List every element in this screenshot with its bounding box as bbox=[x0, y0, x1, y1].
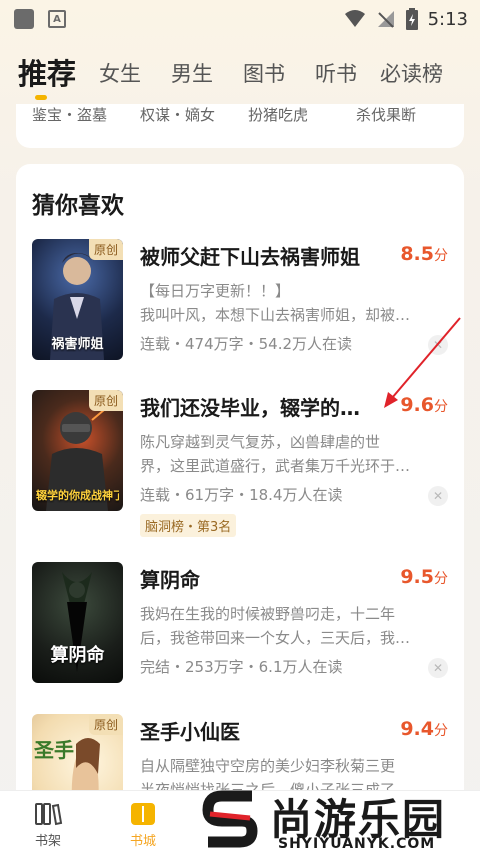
active-tab-indicator bbox=[35, 95, 47, 100]
tab-male[interactable]: 男生 bbox=[171, 58, 213, 88]
dismiss-button[interactable]: ✕ bbox=[428, 658, 448, 678]
nav-bookstore[interactable]: 书城 bbox=[113, 801, 173, 849]
book-item[interactable]: 原创 祸害师姐 被师父赶下山去祸害师姐 8.5分 【每日万字更新！！】 我叫叶风… bbox=[16, 239, 464, 379]
wifi-icon bbox=[344, 10, 365, 27]
watermark-logo-icon bbox=[202, 790, 258, 848]
tab-books[interactable]: 图书 bbox=[243, 58, 285, 88]
watermark: 尚游乐园 SHYIYUANYK.COM bbox=[200, 786, 480, 855]
recommend-card: 猜你喜欢 原创 祸害师姐 被师父赶下山去祸害师姐 8.5分 【每日万字更新！！】… bbox=[16, 164, 464, 804]
book-description: 【每日万字更新！！】 我叫叶风，本想下山去祸害师姐，却被… bbox=[140, 282, 411, 324]
book-score: 9.6分 bbox=[400, 394, 448, 416]
book-cover[interactable]: 原创 辍学的你成战神了 bbox=[32, 390, 123, 511]
notification-square-icon bbox=[14, 9, 34, 29]
original-badge: 原创 bbox=[88, 239, 123, 260]
battery-icon bbox=[405, 8, 418, 30]
book-item[interactable]: 原创 辍学的你成战神了 我们还没毕业，辍学的… 9.6分 陈凡穿越到灵气复苏，凶… bbox=[16, 390, 464, 537]
cover-title: 辍学的你成战神了 bbox=[36, 489, 119, 502]
cover-title: 圣手 bbox=[34, 738, 74, 762]
bookshelf-icon bbox=[35, 803, 63, 826]
category-card: 鉴宝・盗墓 权谋・嫡女 扮猪吃虎 杀伐果断 bbox=[16, 104, 464, 148]
book-title[interactable]: 我们还没毕业，辍学的… bbox=[140, 392, 360, 421]
category-intrigue[interactable]: 权谋・嫡女 bbox=[140, 104, 215, 125]
book-title[interactable]: 圣手小仙医 bbox=[140, 716, 240, 745]
book-score: 9.5分 bbox=[400, 566, 448, 588]
book-title[interactable]: 算阴命 bbox=[140, 564, 200, 593]
original-badge: 原创 bbox=[88, 714, 123, 735]
dismiss-button[interactable]: ✕ bbox=[428, 486, 448, 506]
tab-recommend[interactable]: 推荐 bbox=[18, 51, 76, 93]
tab-audiobooks[interactable]: 听书 bbox=[315, 58, 357, 88]
book-cover[interactable]: 算阴命 bbox=[32, 562, 123, 683]
book-meta: 连载・474万字・54.2万人在读 bbox=[140, 335, 353, 353]
nav-bookstore-label: 书城 bbox=[129, 834, 156, 849]
book-item[interactable]: 算阴命 算阴命 9.5分 我妈在生我的时候被野兽叼走，十二年 后，我爸带回来一个… bbox=[16, 562, 464, 702]
category-pig-tiger[interactable]: 扮猪吃虎 bbox=[248, 104, 308, 125]
status-bar: A 5:13 bbox=[0, 0, 480, 40]
book-cover[interactable]: 原创 祸害师姐 bbox=[32, 239, 123, 360]
watermark-url: SHYIYUANYK.COM bbox=[278, 836, 436, 852]
nav-bookshelf[interactable]: 书架 bbox=[18, 801, 78, 849]
category-appraisal[interactable]: 鉴宝・盗墓 bbox=[32, 104, 107, 125]
book-score: 9.4分 bbox=[400, 718, 448, 740]
book-meta: 连载・61万字・18.4万人在读 bbox=[140, 486, 343, 504]
book-meta: 完结・253万字・6.1万人在读 bbox=[140, 658, 343, 676]
book-title[interactable]: 被师父赶下山去祸害师姐 bbox=[140, 241, 360, 270]
tab-must-read[interactable]: 必读榜 bbox=[380, 58, 443, 88]
tab-female[interactable]: 女生 bbox=[99, 58, 141, 88]
book-description: 陈凡穿越到灵气复苏，凶兽肆虐的世 界，这里武道盛行，武者集万千光环于… bbox=[140, 433, 411, 475]
top-tabs: 推荐 女生 男生 图书 听书 必读榜 bbox=[0, 48, 480, 100]
no-signal-icon bbox=[377, 11, 394, 28]
book-score: 8.5分 bbox=[400, 243, 448, 265]
original-badge: 原创 bbox=[88, 390, 123, 411]
cover-title: 祸害师姐 bbox=[51, 337, 104, 352]
category-ruthless[interactable]: 杀伐果断 bbox=[356, 104, 416, 125]
dismiss-button[interactable]: ✕ bbox=[428, 335, 448, 355]
nav-bookshelf-label: 书架 bbox=[34, 834, 61, 849]
book-description: 我妈在生我的时候被野兽叼走，十二年 后，我爸带回来一个女人，三天后，我… bbox=[140, 605, 411, 647]
a-notification-icon: A bbox=[48, 10, 66, 28]
section-title: 猜你喜欢 bbox=[32, 193, 124, 219]
rank-tag[interactable]: 脑洞榜・第3名 bbox=[140, 514, 237, 537]
bookstore-icon bbox=[131, 803, 155, 825]
clock: 5:13 bbox=[427, 8, 468, 30]
cover-title: 算阴命 bbox=[50, 645, 105, 666]
